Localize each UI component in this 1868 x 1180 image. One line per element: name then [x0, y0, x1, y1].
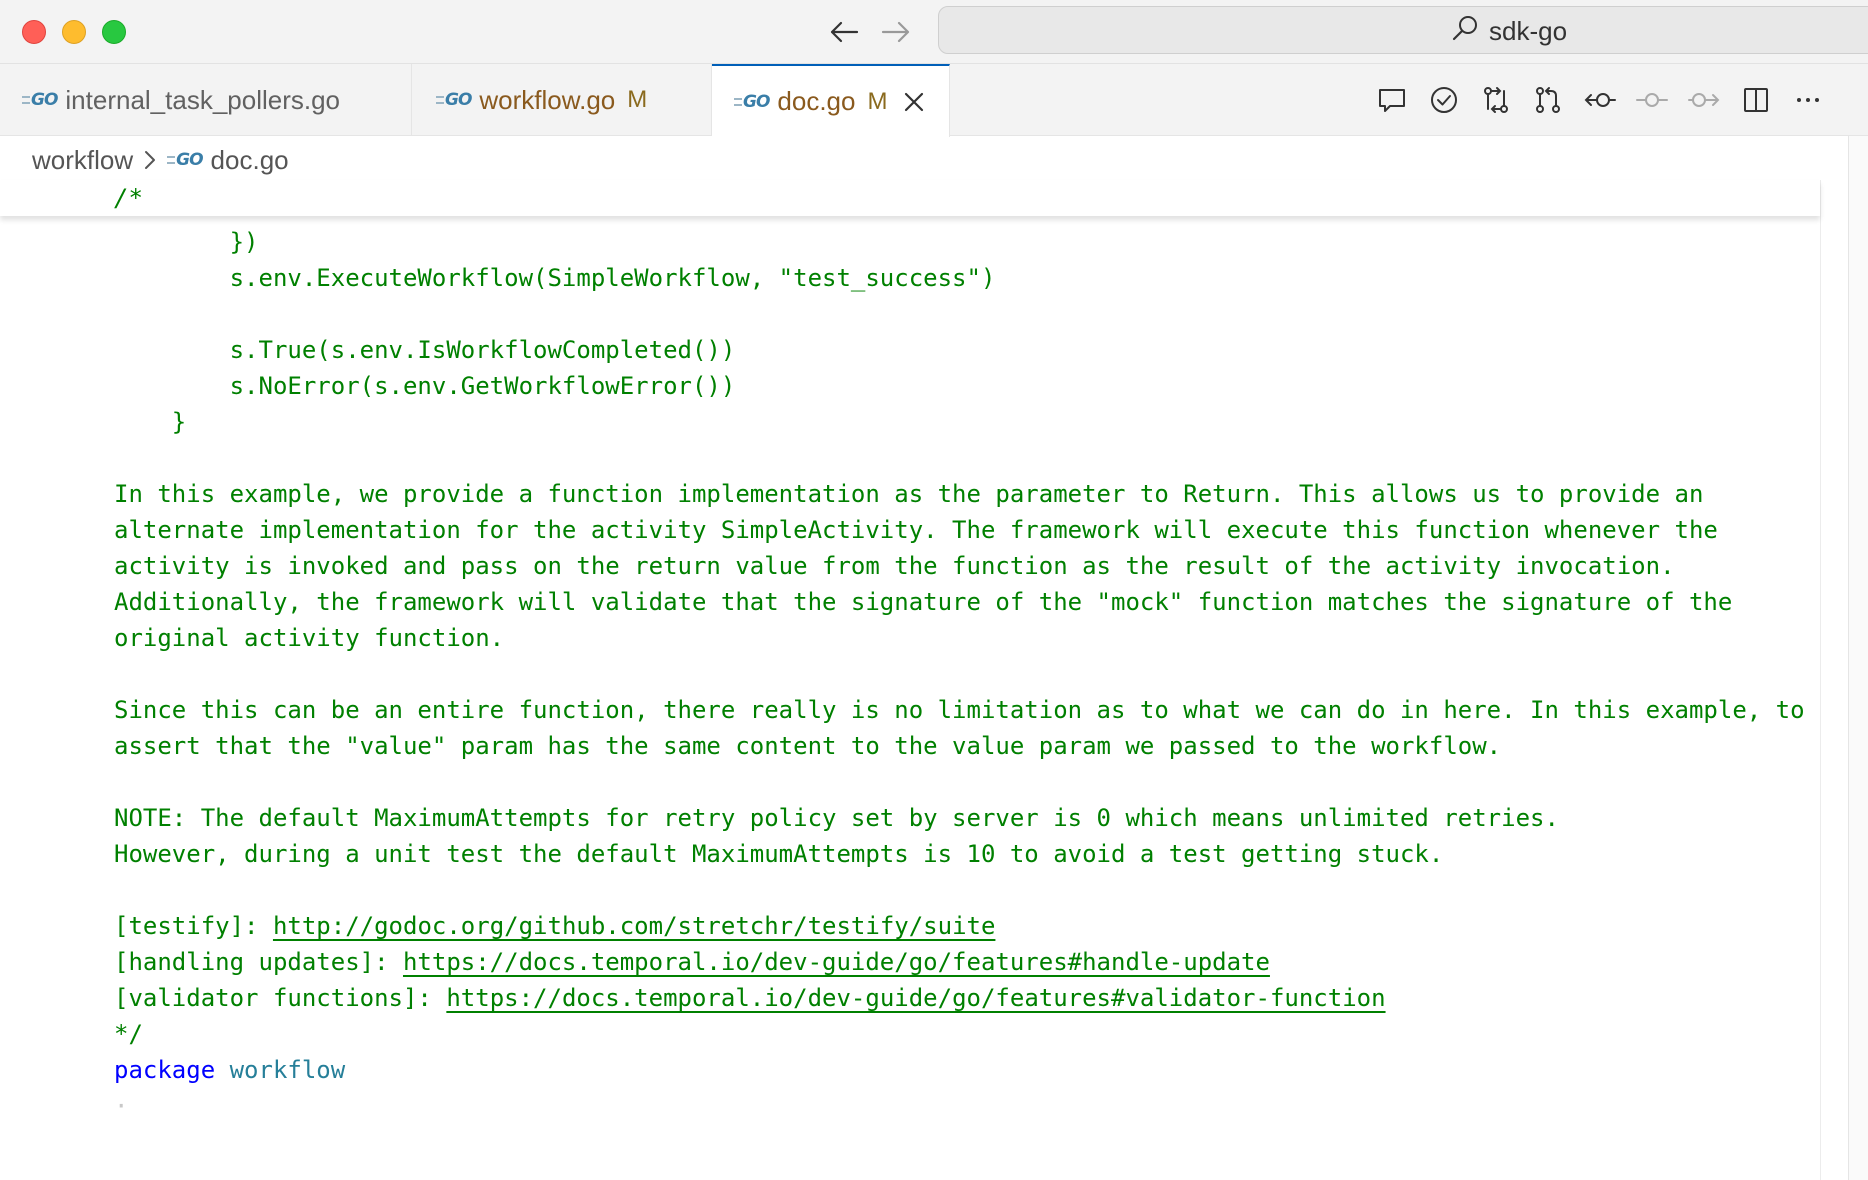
tab-label: workflow.go — [479, 84, 616, 115]
code-editor[interactable]: }) s.env.ExecuteWorkflow(SimpleWorkflow,… — [0, 216, 1820, 1180]
commit-icon[interactable] — [1626, 80, 1678, 120]
sticky-line-text: /* — [114, 184, 143, 212]
go-file-icon: GO — [22, 90, 58, 110]
reference-link-line: [testify]: http://godoc.org/github.com/s… — [114, 908, 1805, 944]
link-url[interactable]: https://docs.temporal.io/dev-guide/go/fe… — [446, 984, 1385, 1012]
code-line: assert that the "value" param has the sa… — [114, 732, 1502, 760]
code-line: s.env.ExecuteWorkflow(SimpleWorkflow, "t… — [114, 264, 996, 292]
reference-link-line: [validator functions]: https://docs.temp… — [114, 980, 1805, 1016]
tab-internal-task-pollers[interactable]: GO internal_task_pollers.go — [0, 64, 412, 136]
vertical-scrollbar[interactable] — [1848, 136, 1868, 1180]
code-line: s.True(s.env.IsWorkflowCompleted()) — [114, 336, 736, 364]
minimize-window-button[interactable] — [62, 20, 86, 44]
code-line: In this example, we provide a function i… — [114, 480, 1704, 508]
tab-doc-go[interactable]: GO doc.go M — [712, 64, 950, 137]
modified-indicator: M — [627, 86, 648, 113]
go-file-icon: GO — [734, 92, 770, 112]
code-line: · — [114, 1088, 1805, 1124]
go-file-icon: GO — [167, 150, 204, 170]
code-line: */ — [114, 1020, 143, 1048]
code-line: However, during a unit test the default … — [114, 840, 1444, 868]
tab-label: doc.go — [777, 86, 856, 116]
reference-link-line: [handling updates]: https://docs.tempora… — [114, 944, 1805, 980]
split-editor-icon[interactable] — [1730, 80, 1782, 120]
tab-label: internal_task_pollers.go — [65, 84, 341, 115]
more-actions-icon[interactable] — [1782, 80, 1834, 120]
link-label: [validator functions]: — [114, 984, 447, 1012]
breadcrumb: workflow GO doc.go — [32, 140, 289, 180]
link-label: [testify]: — [114, 912, 273, 940]
code-line: NOTE: The default MaximumAttempts for re… — [114, 804, 1559, 832]
link-url[interactable]: http://godoc.org/github.com/stretchr/tes… — [273, 912, 995, 940]
breadcrumb-folder[interactable]: workflow — [32, 145, 133, 176]
search-label: sdk-go — [1489, 15, 1568, 46]
code-line: s.NoError(s.env.GetWorkflowError()) — [114, 372, 736, 400]
pull-request-icon[interactable] — [1522, 80, 1574, 120]
code-line: original activity function. — [114, 624, 505, 652]
link-url[interactable]: https://docs.temporal.io/dev-guide/go/fe… — [403, 948, 1270, 976]
check-circle-icon[interactable] — [1418, 80, 1470, 120]
package-keyword: package — [114, 1056, 216, 1084]
whitespace-marker: · — [114, 1092, 129, 1120]
breadcrumb-file[interactable]: doc.go — [211, 145, 289, 176]
close-tab-icon[interactable] — [903, 91, 925, 113]
package-name: workflow — [229, 1056, 346, 1084]
code-line: }) — [114, 228, 259, 256]
package-line: package workflow — [114, 1052, 1805, 1088]
code-line: Since this can be an entire function, th… — [114, 696, 1805, 724]
compare-changes-icon[interactable] — [1470, 80, 1522, 120]
next-change-icon[interactable] — [1678, 80, 1730, 120]
editor-actions-toolbar — [1366, 80, 1834, 120]
sticky-scroll-header[interactable]: /* — [0, 180, 1820, 216]
close-window-button[interactable] — [22, 20, 46, 44]
link-label: [handling updates]: — [114, 948, 403, 976]
search-icon — [1451, 14, 1479, 49]
code-line: } — [114, 408, 187, 436]
comment-icon[interactable] — [1366, 80, 1418, 120]
back-arrow-icon[interactable] — [824, 12, 864, 52]
previous-change-icon[interactable] — [1574, 80, 1626, 120]
code-line: alternate implementation for the activit… — [114, 516, 1718, 544]
code-lines: }) s.env.ExecuteWorkflow(SimpleWorkflow,… — [114, 224, 1805, 1124]
code-line: activity is invoked and pass on the retu… — [114, 552, 1675, 580]
zoom-window-button[interactable] — [102, 20, 126, 44]
go-file-icon: GO — [436, 90, 472, 110]
code-line: Additionally, the framework will validat… — [114, 588, 1733, 616]
chevron-right-icon — [143, 149, 157, 171]
command-center-search[interactable]: sdk-go — [938, 6, 1868, 54]
title-bar: sdk-go — [0, 0, 1868, 64]
tab-workflow-go[interactable]: GO workflow.go M — [412, 64, 712, 136]
forward-arrow-icon[interactable] — [876, 12, 916, 52]
modified-indicator: M — [867, 87, 888, 115]
